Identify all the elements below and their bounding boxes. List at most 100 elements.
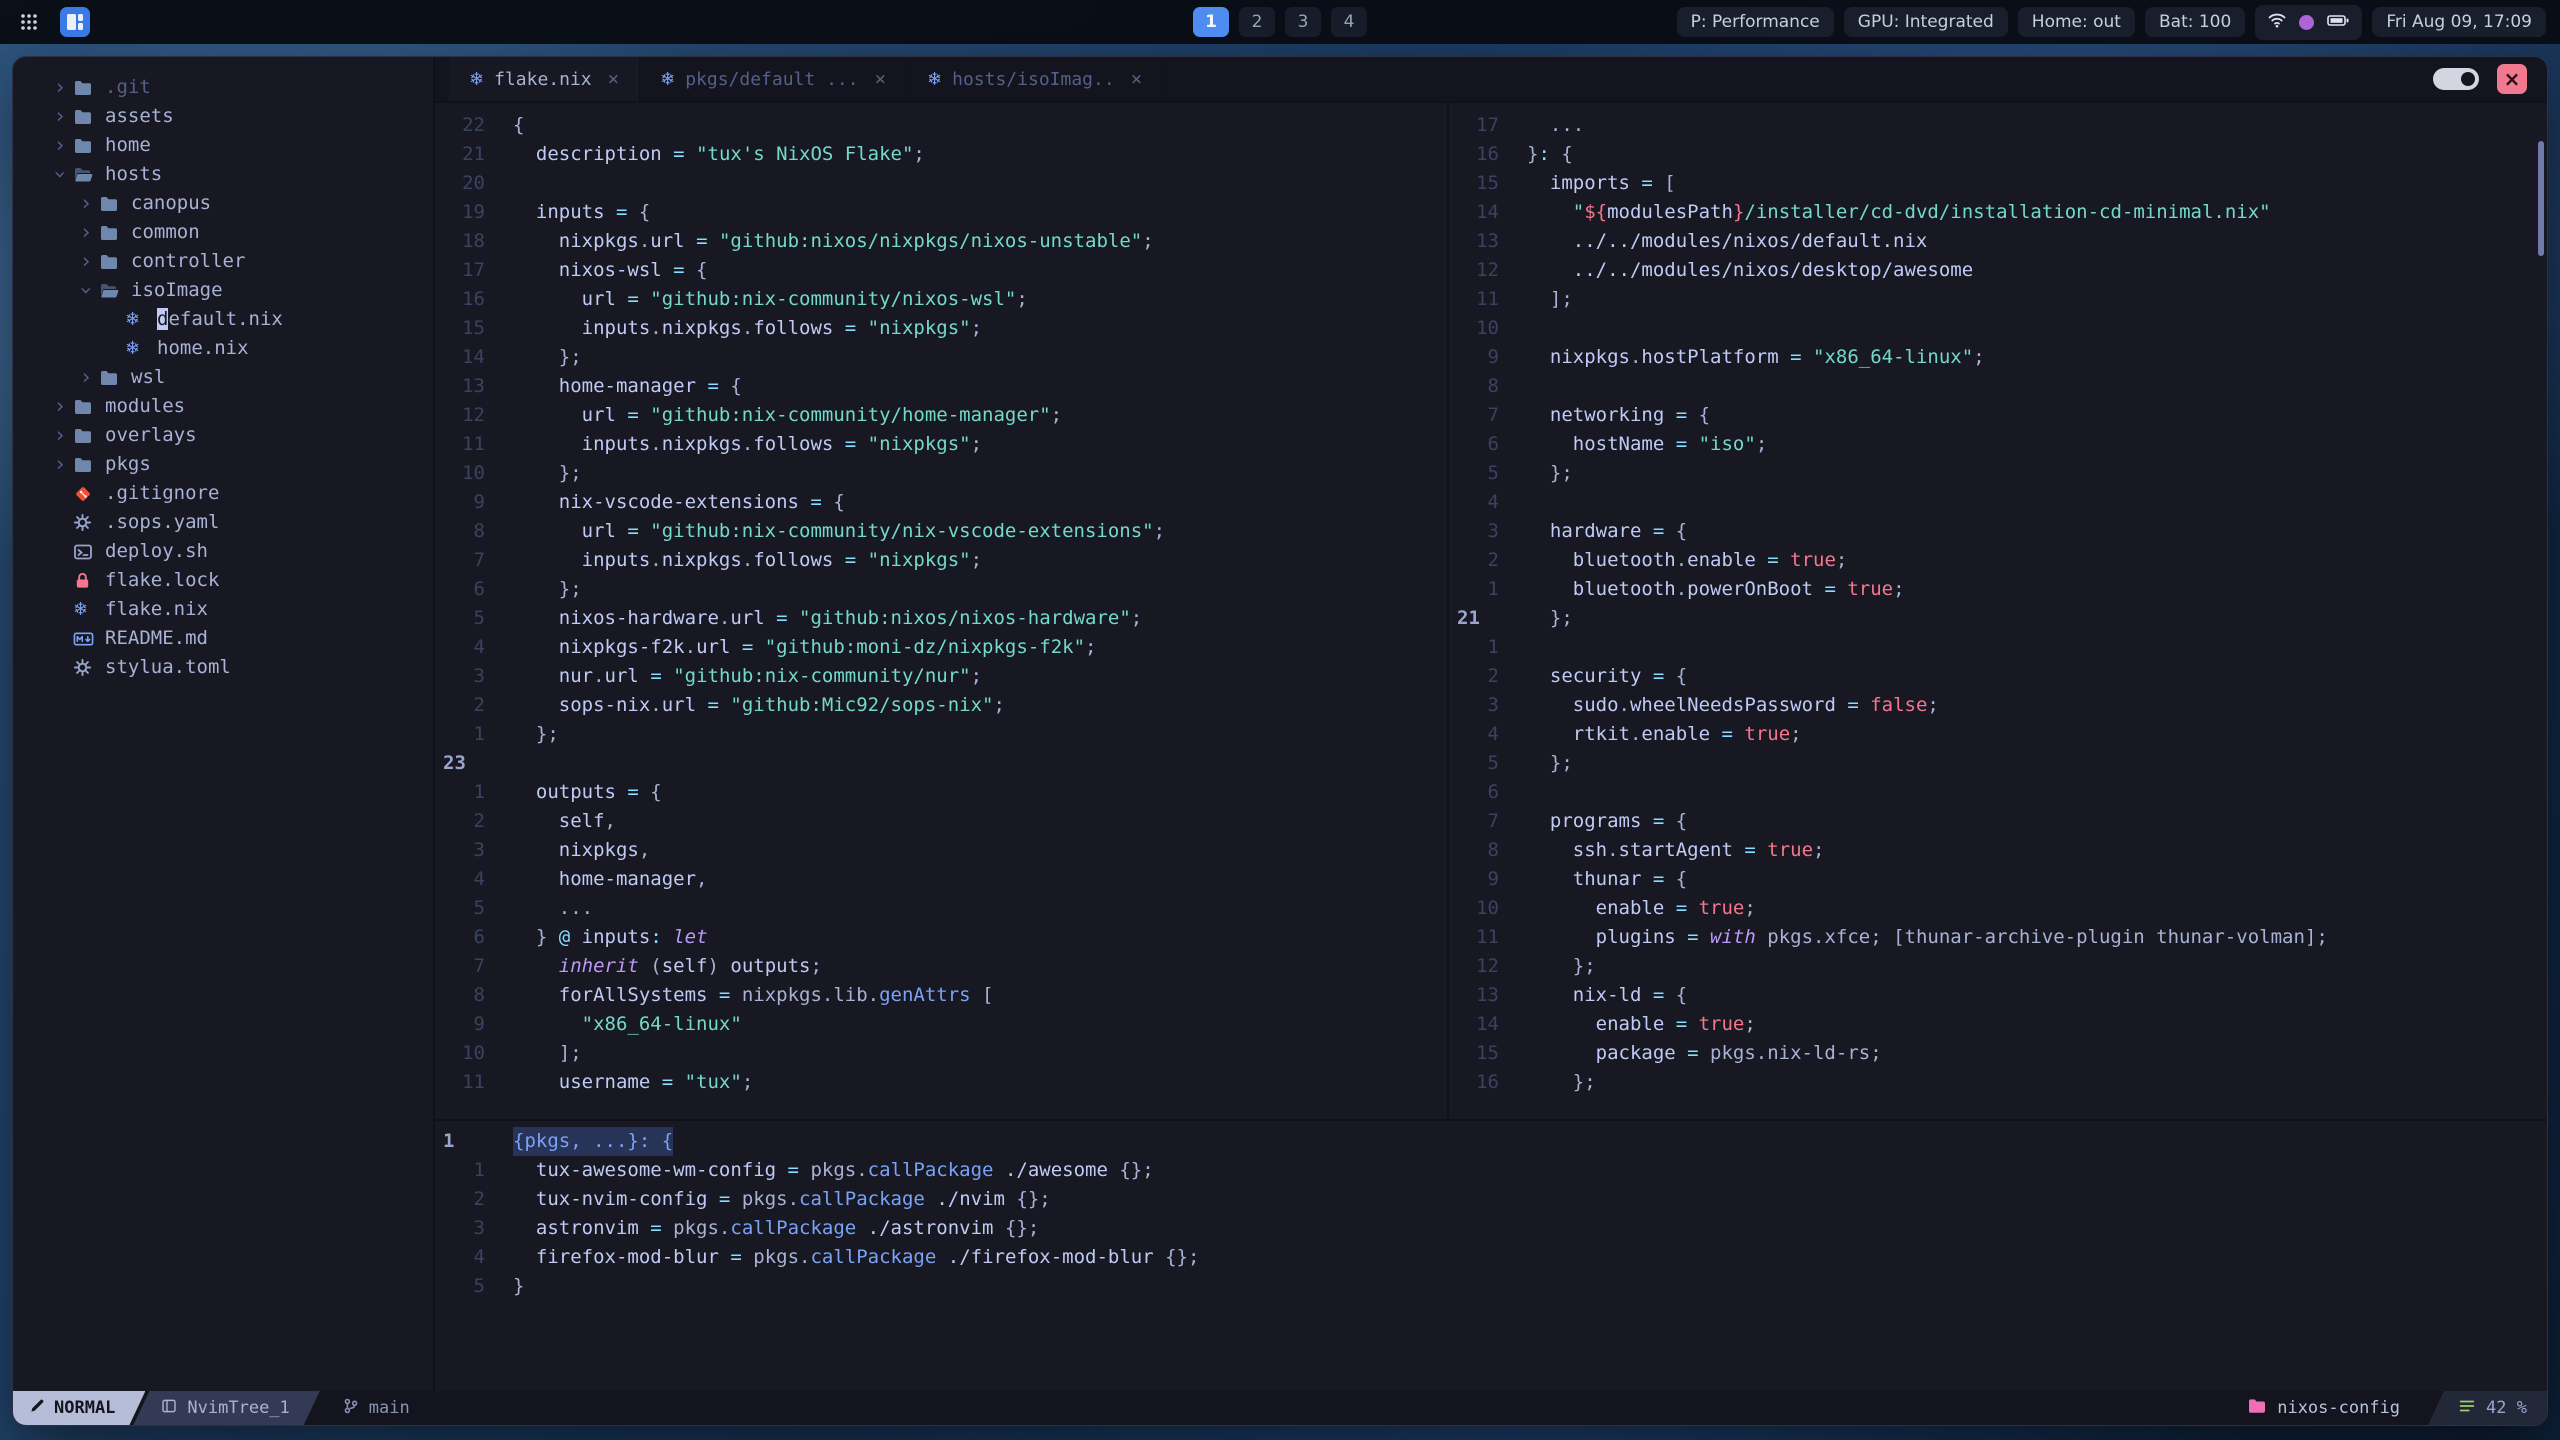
apps-grid-icon[interactable] (14, 7, 44, 37)
code-line[interactable]: 5 }; (1449, 749, 2547, 778)
tree-item-common[interactable]: › common (13, 218, 433, 247)
code-line[interactable]: 9 "x86_64-linux" (435, 1010, 1447, 1039)
code-line[interactable]: 5 }; (1449, 459, 2547, 488)
code-line[interactable]: 16}: { (1449, 140, 2547, 169)
workspace-button-1[interactable]: 1 (1193, 7, 1229, 37)
code-line[interactable]: 8 ssh.startAgent = true; (1449, 836, 2547, 865)
scrollbar-thumb[interactable] (2538, 141, 2544, 256)
tab-flake-nix[interactable]: ❄ flake.nix × (449, 57, 641, 101)
tree-item-gitignore[interactable]: .gitignore (13, 479, 433, 508)
code-line[interactable]: 18 nixpkgs.url = "github:nixos/nixpkgs/n… (435, 227, 1447, 256)
code-line[interactable]: 12 url = "github:nix-community/home-mana… (435, 401, 1447, 430)
tree-item-flake-lock[interactable]: flake.lock (13, 566, 433, 595)
chevron-right-icon[interactable]: › (73, 251, 99, 272)
code-line[interactable]: 7 inputs.nixpkgs.follows = "nixpkgs"; (435, 546, 1447, 575)
code-line[interactable]: 2 self, (435, 807, 1447, 836)
code-line[interactable]: 22 { (435, 111, 1447, 140)
chevron-right-icon[interactable]: › (47, 135, 73, 156)
code-line[interactable]: 5} (435, 1272, 2547, 1301)
code-line[interactable]: 5 nixos-hardware.url = "github:nixos/nix… (435, 604, 1447, 633)
code-line[interactable]: 11 username = "tux"; (435, 1068, 1447, 1097)
code-line[interactable]: 2 bluetooth.enable = true; (1449, 546, 2547, 575)
window-toggle-button[interactable] (2433, 68, 2479, 90)
code-line[interactable]: 4 nixpkgs-f2k.url = "github:moni-dz/nixp… (435, 633, 1447, 662)
code-line[interactable]: 3 nur.url = "github:nix-community/nur"; (435, 662, 1447, 691)
code-line[interactable]: 8 url = "github:nix-community/nix-vscode… (435, 517, 1447, 546)
tree-item-flake-nix[interactable]: ❄ flake.nix (13, 595, 433, 624)
chevron-right-icon[interactable]: › (47, 425, 73, 446)
code-line[interactable]: 5 ... (435, 894, 1447, 923)
code-line[interactable]: 10 }; (435, 459, 1447, 488)
code-line[interactable]: 2 security = { (1449, 662, 2547, 691)
chevron-right-icon[interactable]: › (47, 77, 73, 98)
code-line[interactable]: 17 ... (1449, 111, 2547, 140)
code-line[interactable]: 3 sudo.wheelNeedsPassword = false; (1449, 691, 2547, 720)
code-line[interactable]: 1 bluetooth.powerOnBoot = true; (1449, 575, 2547, 604)
code-line[interactable]: 10 ]; (435, 1039, 1447, 1068)
code-line[interactable]: 16 url = "github:nix-community/nixos-wsl… (435, 285, 1447, 314)
code-line[interactable]: 11 ]; (1449, 285, 2547, 314)
tree-item-canopus[interactable]: › canopus (13, 189, 433, 218)
code-line[interactable]: 1 tux-awesome-wm-config = pkgs.callPacka… (435, 1156, 2547, 1185)
code-line[interactable]: 3 astronvim = pkgs.callPackage ./astronv… (435, 1214, 2547, 1243)
tab-close-icon[interactable]: × (608, 68, 619, 90)
code-line[interactable]: 3 hardware = { (1449, 517, 2547, 546)
tree-item-isoimage[interactable]: › isoImage (13, 276, 433, 305)
code-line[interactable]: 4 home-manager, (435, 865, 1447, 894)
code-line[interactable]: 14 }; (435, 343, 1447, 372)
code-line[interactable]: 9 thunar = { (1449, 865, 2547, 894)
tree-item-modules[interactable]: › modules (13, 392, 433, 421)
tree-item-wsl[interactable]: › wsl (13, 363, 433, 392)
code-line[interactable]: 12 ../../modules/nixos/desktop/awesome (1449, 256, 2547, 285)
code-line[interactable]: 19 inputs = { (435, 198, 1447, 227)
code-line[interactable]: 9 nix-vscode-extensions = { (435, 488, 1447, 517)
code-line[interactable]: 13 nix-ld = { (1449, 981, 2547, 1010)
tree-item-default-nix[interactable]: ❄ default.nix (13, 305, 433, 334)
code-line[interactable]: 10 enable = true; (1449, 894, 2547, 923)
window-close-button[interactable]: × (2497, 64, 2527, 94)
code-line[interactable]: 13 home-manager = { (435, 372, 1447, 401)
tree-item-pkgs[interactable]: › pkgs (13, 450, 433, 479)
code-line[interactable]: 15 imports = [ (1449, 169, 2547, 198)
tab-pkgs-default[interactable]: ❄ pkgs/default ... × (640, 57, 908, 101)
code-line[interactable]: 4 rtkit.enable = true; (1449, 720, 2547, 749)
tiling-layout-icon[interactable] (60, 7, 90, 37)
tree-item-deploy-sh[interactable]: deploy.sh (13, 537, 433, 566)
chevron-down-icon[interactable]: › (75, 278, 99, 304)
code-line[interactable]: 1 outputs = { (435, 778, 1447, 807)
code-line[interactable]: 6 } @ inputs: let (435, 923, 1447, 952)
chevron-right-icon[interactable]: › (47, 396, 73, 417)
code-line[interactable]: 13 ../../modules/nixos/default.nix (1449, 227, 2547, 256)
tree-item-git[interactable]: › .git (13, 73, 433, 102)
code-line[interactable]: 23 (435, 749, 1447, 778)
wifi-icon[interactable] (2267, 10, 2287, 35)
chevron-right-icon[interactable]: › (73, 222, 99, 243)
code-line[interactable]: 6 }; (435, 575, 1447, 604)
tab-hosts-isoimag[interactable]: ❄ hosts/isoImag.. × (907, 57, 1164, 101)
tree-item-stylua-toml[interactable]: stylua.toml (13, 653, 433, 682)
code-line[interactable]: 1 }; (435, 720, 1447, 749)
chevron-right-icon[interactable]: › (73, 367, 99, 388)
code-line[interactable]: 1 {pkgs, ...}: { (435, 1127, 2547, 1156)
code-line[interactable]: 8 forAllSystems = nixpkgs.lib.genAttrs [ (435, 981, 1447, 1010)
chevron-right-icon[interactable]: › (47, 454, 73, 475)
chevron-down-icon[interactable]: › (49, 162, 73, 188)
tree-item-home-nix[interactable]: ❄ home.nix (13, 334, 433, 363)
code-line[interactable]: 8 (1449, 372, 2547, 401)
tree-item-controller[interactable]: › controller (13, 247, 433, 276)
workspace-button-2[interactable]: 2 (1239, 7, 1275, 37)
tree-item-readme-md[interactable]: README.md (13, 624, 433, 653)
code-line[interactable]: 15 package = pkgs.nix-ld-rs; (1449, 1039, 2547, 1068)
code-line[interactable]: 6 hostName = "iso"; (1449, 430, 2547, 459)
code-line[interactable]: 14 enable = true; (1449, 1010, 2547, 1039)
tree-item-sops-yaml[interactable]: .sops.yaml (13, 508, 433, 537)
code-line[interactable]: 11 inputs.nixpkgs.follows = "nixpkgs"; (435, 430, 1447, 459)
code-line[interactable]: 4 firefox-mod-blur = pkgs.callPackage ./… (435, 1243, 2547, 1272)
tree-item-hosts[interactable]: › hosts (13, 160, 433, 189)
tree-item-overlays[interactable]: › overlays (13, 421, 433, 450)
code-line[interactable]: 3 nixpkgs, (435, 836, 1447, 865)
code-line[interactable]: 1 (1449, 633, 2547, 662)
battery-icon[interactable] (2326, 10, 2350, 35)
code-line[interactable]: 2 tux-nvim-config = pkgs.callPackage ./n… (435, 1185, 2547, 1214)
workspace-button-3[interactable]: 3 (1285, 7, 1321, 37)
